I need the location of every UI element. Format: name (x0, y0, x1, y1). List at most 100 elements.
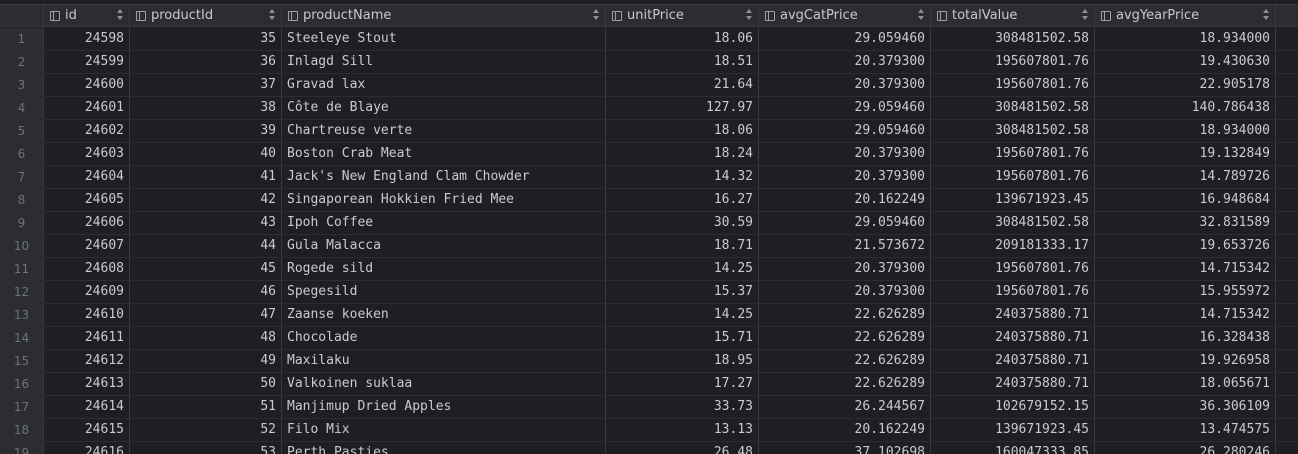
row-number[interactable]: 4 (0, 97, 44, 119)
cell-productName[interactable]: Steeleye Stout (282, 28, 606, 50)
cell-productId[interactable]: 49 (130, 350, 282, 372)
sort-icon[interactable] (593, 9, 599, 21)
cell-unitPrice[interactable]: 14.25 (606, 258, 759, 280)
cell-avgYearPrice[interactable]: 18.065671 (1095, 373, 1276, 395)
cell-avgCatPrice[interactable]: 37.102698 (759, 442, 931, 454)
cell-id[interactable]: 24606 (44, 212, 130, 234)
cell-id[interactable]: 24615 (44, 419, 130, 441)
cell-avgCatPrice[interactable]: 20.379300 (759, 166, 931, 188)
cell-totalValue[interactable]: 195607801.76 (931, 166, 1095, 188)
cell-avgCatPrice[interactable]: 20.379300 (759, 51, 931, 73)
cell-avgYearPrice[interactable]: 13.474575 (1095, 419, 1276, 441)
cell-id[interactable]: 24616 (44, 442, 130, 454)
cell-avgCatPrice[interactable]: 20.379300 (759, 258, 931, 280)
cell-totalValue[interactable]: 308481502.58 (931, 212, 1095, 234)
cell-productId[interactable]: 37 (130, 74, 282, 96)
row-number[interactable]: 5 (0, 120, 44, 142)
cell-productId[interactable]: 44 (130, 235, 282, 257)
cell-productId[interactable]: 40 (130, 143, 282, 165)
cell-id[interactable]: 24611 (44, 327, 130, 349)
cell-id[interactable]: 24609 (44, 281, 130, 303)
cell-avgCatPrice[interactable]: 20.379300 (759, 143, 931, 165)
cell-avgYearPrice[interactable]: 18.934000 (1095, 120, 1276, 142)
cell-avgYearPrice[interactable]: 19.926958 (1095, 350, 1276, 372)
cell-productName[interactable]: Valkoinen suklaa (282, 373, 606, 395)
table-row[interactable]: 15 24612 49 Maxilaku 18.95 22.626289 240375880… (0, 350, 1298, 373)
cell-totalValue[interactable]: 160047333.85 (931, 442, 1095, 454)
cell-productId[interactable]: 47 (130, 304, 282, 326)
cell-avgCatPrice[interactable]: 22.626289 (759, 304, 931, 326)
cell-productName[interactable]: Filo Mix (282, 419, 606, 441)
cell-avgCatPrice[interactable]: 29.059460 (759, 28, 931, 50)
table-row[interactable]: 11 24608 45 Rogede sild 14.25 20.379300 195607… (0, 258, 1298, 281)
table-row[interactable]: 16 24613 50 Valkoinen suklaa 17.27 22.626289 2… (0, 373, 1298, 396)
sort-icon[interactable] (117, 9, 123, 21)
cell-productId[interactable]: 43 (130, 212, 282, 234)
cell-avgYearPrice[interactable]: 19.132849 (1095, 143, 1276, 165)
row-number[interactable]: 12 (0, 281, 44, 303)
cell-avgCatPrice[interactable]: 20.379300 (759, 281, 931, 303)
column-header-productId[interactable]: productId (130, 5, 282, 26)
cell-totalValue[interactable]: 240375880.71 (931, 350, 1095, 372)
cell-productId[interactable]: 35 (130, 28, 282, 50)
cell-avgYearPrice[interactable]: 19.653726 (1095, 235, 1276, 257)
cell-productId[interactable]: 42 (130, 189, 282, 211)
cell-unitPrice[interactable]: 18.06 (606, 120, 759, 142)
header-corner[interactable] (0, 5, 44, 26)
cell-avgYearPrice[interactable]: 19.430630 (1095, 51, 1276, 73)
cell-productId[interactable]: 39 (130, 120, 282, 142)
cell-unitPrice[interactable]: 33.73 (606, 396, 759, 418)
cell-unitPrice[interactable]: 26.48 (606, 442, 759, 454)
table-row[interactable]: 8 24605 42 Singaporean Hokkien Fried Mee 16.… (0, 189, 1298, 212)
cell-avgYearPrice[interactable]: 14.715342 (1095, 304, 1276, 326)
cell-unitPrice[interactable]: 17.27 (606, 373, 759, 395)
cell-avgCatPrice[interactable]: 22.626289 (759, 350, 931, 372)
sort-icon[interactable] (746, 9, 752, 21)
cell-totalValue[interactable]: 209181333.17 (931, 235, 1095, 257)
cell-unitPrice[interactable]: 16.27 (606, 189, 759, 211)
cell-unitPrice[interactable]: 18.24 (606, 143, 759, 165)
table-row[interactable]: 3 24600 37 Gravad lax 21.64 20.379300 19560780… (0, 74, 1298, 97)
table-row[interactable]: 13 24610 47 Zaanse koeken 14.25 22.626289 2403… (0, 304, 1298, 327)
row-number[interactable]: 18 (0, 419, 44, 441)
cell-avgCatPrice[interactable]: 29.059460 (759, 120, 931, 142)
cell-avgYearPrice[interactable]: 16.328438 (1095, 327, 1276, 349)
cell-unitPrice[interactable]: 127.97 (606, 97, 759, 119)
column-header-avgCatPrice[interactable]: avgCatPrice (759, 5, 931, 26)
cell-unitPrice[interactable]: 30.59 (606, 212, 759, 234)
row-number[interactable]: 1 (0, 28, 44, 50)
cell-totalValue[interactable]: 308481502.58 (931, 28, 1095, 50)
cell-avgYearPrice[interactable]: 140.786438 (1095, 97, 1276, 119)
cell-avgYearPrice[interactable]: 14.789726 (1095, 166, 1276, 188)
cell-unitPrice[interactable]: 18.06 (606, 28, 759, 50)
row-number[interactable]: 7 (0, 166, 44, 188)
cell-avgYearPrice[interactable]: 14.715342 (1095, 258, 1276, 280)
cell-avgYearPrice[interactable]: 18.934000 (1095, 28, 1276, 50)
cell-unitPrice[interactable]: 15.71 (606, 327, 759, 349)
cell-unitPrice[interactable]: 18.51 (606, 51, 759, 73)
table-row[interactable]: 1 24598 35 Steeleye Stout 18.06 29.059460 3084… (0, 28, 1298, 51)
cell-productId[interactable]: 46 (130, 281, 282, 303)
cell-id[interactable]: 24608 (44, 258, 130, 280)
row-number[interactable]: 15 (0, 350, 44, 372)
row-number[interactable]: 8 (0, 189, 44, 211)
cell-id[interactable]: 24598 (44, 28, 130, 50)
cell-productId[interactable]: 38 (130, 97, 282, 119)
cell-productName[interactable]: Singaporean Hokkien Fried Mee (282, 189, 606, 211)
cell-productName[interactable]: Spegesild (282, 281, 606, 303)
row-number[interactable]: 19 (0, 442, 44, 454)
column-header-productName[interactable]: productName (282, 5, 606, 26)
cell-totalValue[interactable]: 240375880.71 (931, 304, 1095, 326)
column-header-id[interactable]: id (44, 5, 130, 26)
cell-avgYearPrice[interactable]: 16.948684 (1095, 189, 1276, 211)
cell-productName[interactable]: Chocolade (282, 327, 606, 349)
cell-id[interactable]: 24601 (44, 97, 130, 119)
cell-productName[interactable]: Côte de Blaye (282, 97, 606, 119)
table-row[interactable]: 6 24603 40 Boston Crab Meat 18.24 20.379300 19… (0, 143, 1298, 166)
cell-productName[interactable]: Boston Crab Meat (282, 143, 606, 165)
cell-avgCatPrice[interactable]: 20.162249 (759, 419, 931, 441)
cell-productId[interactable]: 36 (130, 51, 282, 73)
table-row[interactable]: 19 24616 53 Perth Pasties 26.48 37.102698 1600… (0, 442, 1298, 454)
cell-productId[interactable]: 48 (130, 327, 282, 349)
cell-productId[interactable]: 51 (130, 396, 282, 418)
